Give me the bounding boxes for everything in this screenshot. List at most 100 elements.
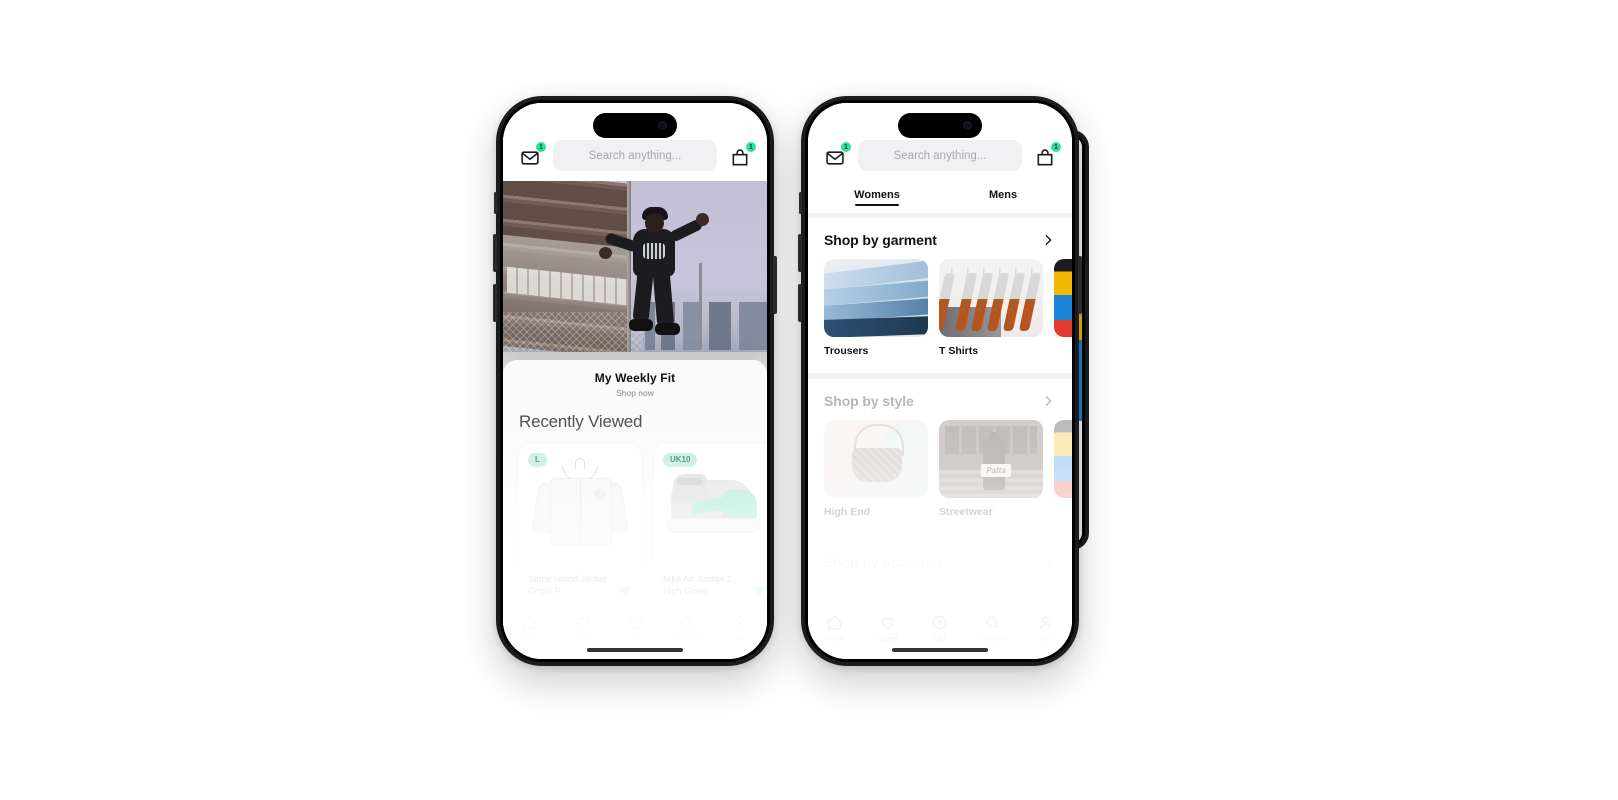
bag-button[interactable]: 1 — [1032, 141, 1062, 171]
phone-2-bezel: 1 Search anything... 1 Womens Mens Shop … — [805, 100, 1075, 662]
product-card[interactable]: UK10 Nike Air Jordan 1 High Green — [654, 444, 767, 604]
product-name: Stone Island Jacket Grigio P — [528, 574, 607, 596]
tile-high-end[interactable]: High End — [824, 420, 928, 518]
nav-label: Saved — [571, 634, 593, 643]
tile-partial[interactable] — [1054, 259, 1072, 357]
nav-label: Discover — [978, 634, 1008, 643]
mail-button[interactable]: 1 — [517, 141, 547, 171]
section-header: Shop by garment — [824, 232, 1056, 248]
section-header: Shop by style — [824, 393, 1056, 409]
bag-button[interactable]: 1 — [727, 141, 757, 171]
chevron-right-icon[interactable] — [1040, 393, 1056, 409]
tab-mens[interactable]: Mens — [940, 189, 1066, 206]
home-indicator[interactable] — [892, 648, 988, 652]
product-name: Nike Air Jordan 1 High Green — [663, 574, 732, 596]
style-tiles: High End Patta Streetwear — [824, 420, 1072, 518]
recently-viewed-list: L Stone Island Jacket Grigio P UK10 Nike… — [503, 432, 767, 604]
nav-item-discover[interactable]: Discover — [661, 614, 714, 643]
heart-icon[interactable] — [617, 582, 632, 597]
nav-item-saved[interactable]: Saved — [861, 614, 914, 643]
nav-item-home[interactable]: Home — [808, 614, 861, 643]
volume-up-button[interactable] — [493, 234, 497, 272]
section-header: Shop by occasion — [824, 554, 1056, 570]
weekly-fit-cta[interactable]: Shop now — [503, 388, 767, 398]
nav-label: Home — [824, 634, 845, 643]
search-placeholder: Search anything... — [893, 149, 987, 162]
nav-item-saved[interactable]: Saved — [556, 614, 609, 643]
section-shop-by-occasion: Shop by occasion — [808, 540, 1072, 570]
dynamic-island — [898, 113, 982, 138]
canvas: 1 Search anything... 1 My Weekly Fit Sho… — [0, 0, 1618, 800]
person-icon — [1040, 616, 1052, 629]
search-input[interactable]: Search anything... — [553, 140, 717, 171]
home-icon — [522, 615, 537, 630]
tile-image — [1054, 259, 1072, 337]
phone-mockup-1: 1 Search anything... 1 My Weekly Fit Sho… — [493, 96, 777, 666]
app-discover-screen: 1 Search anything... 1 Womens Mens Shop … — [808, 103, 1072, 659]
hero-skater-figure — [599, 207, 709, 357]
tile-partial[interactable] — [1054, 420, 1072, 518]
heart-icon[interactable] — [752, 582, 767, 597]
nav-label: Discover — [673, 634, 703, 643]
tile-streetwear[interactable]: Patta Streetwear — [939, 420, 1043, 518]
weekly-fit-title: My Weekly Fit — [594, 371, 676, 385]
nav-label: Saved — [876, 634, 898, 643]
front-camera-icon — [963, 121, 972, 130]
search-placeholder: Search anything... — [588, 149, 682, 162]
plus-circle-icon — [933, 615, 947, 630]
tile-image — [939, 259, 1043, 337]
hero-banner[interactable] — [503, 181, 767, 374]
nav-item-discover[interactable]: Discover — [966, 614, 1019, 643]
chevron-right-icon[interactable] — [1040, 232, 1056, 248]
nav-label: List — [629, 634, 641, 643]
nav-item-me[interactable]: Me — [1019, 614, 1072, 643]
nav-item-me[interactable]: Me — [714, 614, 767, 643]
tile-image — [824, 259, 928, 337]
home-icon — [827, 615, 842, 630]
volume-up-button[interactable] — [798, 234, 802, 272]
section-shop-by-style: Shop by style High End Patta Streetwear — [808, 379, 1072, 518]
power-button[interactable] — [773, 256, 777, 314]
tab-label: Mens — [988, 188, 1018, 201]
mute-switch[interactable] — [494, 192, 497, 214]
phone-mockup-2: 1 Search anything... 1 Womens Mens Shop … — [798, 96, 1082, 666]
mute-switch[interactable] — [799, 192, 802, 214]
mail-button[interactable]: 1 — [822, 141, 852, 171]
nav-item-list[interactable]: List — [609, 614, 662, 643]
mail-badge: 1 — [535, 141, 547, 153]
phone-1-bezel: 1 Search anything... 1 My Weekly Fit Sho… — [500, 100, 770, 662]
bag-badge: 1 — [745, 141, 757, 153]
search-icon — [681, 616, 695, 629]
home-indicator[interactable] — [587, 648, 683, 652]
volume-down-button[interactable] — [798, 284, 802, 322]
weekly-fit-block[interactable]: My Weekly Fit Shop now — [503, 371, 767, 398]
nav-label: Me — [735, 634, 746, 643]
nav-item-list[interactable]: List — [914, 614, 967, 643]
tile-tshirts[interactable]: T Shirts — [939, 259, 1043, 357]
bag-badge: 1 — [1050, 141, 1062, 153]
section-title: Shop by occasion — [824, 554, 943, 570]
garment-tiles: Trousers T Shirts — [824, 259, 1072, 357]
search-icon — [986, 616, 1000, 629]
chevron-right-icon[interactable] — [1040, 554, 1056, 570]
heart-icon — [576, 617, 589, 630]
tile-image: Patta — [939, 420, 1043, 498]
tile-trousers[interactable]: Trousers — [824, 259, 928, 357]
app-home-screen: 1 Search anything... 1 My Weekly Fit Sho… — [503, 103, 767, 659]
product-image — [662, 456, 767, 560]
volume-down-button[interactable] — [493, 284, 497, 322]
jacket-illustration — [530, 458, 630, 551]
product-card[interactable]: L Stone Island Jacket Grigio P — [519, 444, 641, 604]
home-body: My Weekly Fit Shop now Recently Viewed L — [503, 181, 767, 659]
product-meta: Nike Air Jordan 1 High Green — [663, 574, 767, 597]
tile-label: T Shirts — [939, 345, 979, 357]
size-badge: UK10 — [663, 453, 698, 467]
tab-womens[interactable]: Womens — [814, 189, 940, 206]
gender-tabs: Womens Mens — [808, 181, 1072, 213]
power-button[interactable] — [1078, 256, 1082, 314]
mail-badge: 1 — [840, 141, 852, 153]
tile-label: High End — [824, 506, 871, 518]
nav-item-home[interactable]: Home — [503, 614, 556, 643]
search-input[interactable]: Search anything... — [858, 140, 1022, 171]
nav-label: Home — [519, 634, 540, 643]
